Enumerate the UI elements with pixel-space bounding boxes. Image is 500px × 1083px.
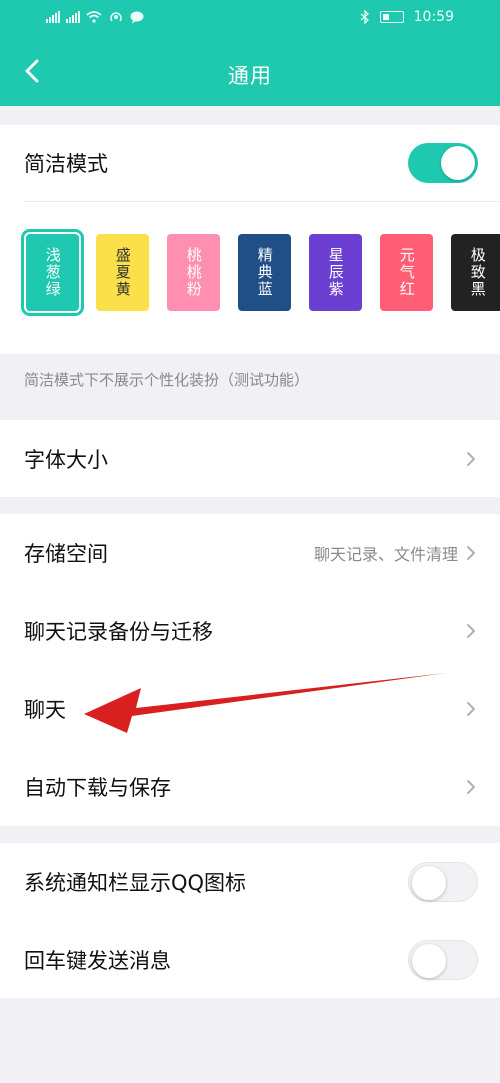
message-icon (130, 11, 144, 23)
enter-send-toggle[interactable] (408, 939, 478, 980)
storage-value: 聊天记录、文件清理 (313, 545, 458, 564)
theme-label: 桃桃粉 (184, 247, 203, 298)
theme-picker: 浅葱绿 盛夏黄 桃桃粉 精典蓝 星辰紫 元气红 极致黑 (0, 218, 500, 318)
toggle-knob (441, 146, 475, 180)
chevron-right-icon (467, 624, 475, 638)
divider (24, 201, 500, 202)
wifi-icon (86, 11, 102, 23)
theme-option-xingchen[interactable]: 星辰紫 (309, 234, 362, 311)
chat-label: 聊天 (24, 698, 66, 722)
status-icons-left (46, 10, 144, 24)
battery-icon (379, 11, 404, 23)
toggle-knob (412, 943, 446, 978)
enter-send-label: 回车键发送消息 (24, 948, 171, 973)
header-bar: 10:59 通用 (0, 0, 500, 106)
concise-mode-hint: 简洁模式下不展示个性化装扮（测试功能） (24, 371, 310, 389)
notif-icon-row: 系统通知栏显示QQ图标 (0, 843, 500, 921)
theme-label: 元气红 (397, 247, 416, 298)
theme-label: 盛夏黄 (113, 247, 132, 298)
signal-icon (46, 11, 60, 23)
font-size-label: 字体大小 (24, 447, 108, 472)
hotspot-icon (110, 12, 122, 22)
theme-option-yuanqi[interactable]: 元气红 (380, 234, 433, 311)
concise-mode-label: 简洁模式 (24, 152, 108, 176)
signal-icon-2 (66, 11, 80, 23)
theme-option-taotao[interactable]: 桃桃粉 (167, 234, 220, 311)
storage-row[interactable]: 存储空间 聊天记录、文件清理 (0, 514, 500, 592)
page-title: 通用 (228, 64, 272, 88)
bluetooth-icon (360, 10, 369, 24)
backup-row[interactable]: 聊天记录备份与迁移 (0, 592, 500, 670)
notif-icon-toggle[interactable] (408, 862, 478, 902)
auto-download-label: 自动下载与保存 (24, 776, 171, 800)
theme-option-qiancong[interactable]: 浅葱绿 (21, 229, 84, 316)
theme-label: 精典蓝 (255, 247, 274, 298)
theme-option-shengxia[interactable]: 盛夏黄 (96, 234, 149, 311)
concise-mode-toggle[interactable] (408, 143, 478, 183)
theme-label: 极致黑 (468, 247, 487, 298)
chevron-right-icon (467, 546, 475, 560)
chevron-right-icon (467, 451, 475, 466)
notif-icon-label: 系统通知栏显示QQ图标 (24, 871, 247, 895)
enter-send-row: 回车键发送消息 (0, 921, 500, 998)
chevron-right-icon (467, 780, 475, 794)
backup-label: 聊天记录备份与迁移 (24, 620, 213, 644)
theme-option-jingdian[interactable]: 精典蓝 (238, 234, 291, 311)
theme-label: 浅葱绿 (43, 247, 62, 298)
status-time: 10:59 (413, 9, 454, 25)
toggle-knob (412, 866, 446, 900)
theme-option-jizhi[interactable]: 极致黑 (451, 234, 500, 311)
chevron-right-icon (467, 702, 475, 716)
status-bar: 10:59 (0, 0, 500, 38)
auto-download-row[interactable]: 自动下载与保存 (0, 748, 500, 826)
status-icons-right: 10:59 (360, 9, 454, 25)
storage-label: 存储空间 (24, 542, 108, 566)
theme-label: 星辰紫 (326, 247, 345, 298)
concise-mode-row: 简洁模式 (0, 125, 500, 201)
chat-row[interactable]: 聊天 (0, 670, 500, 748)
font-size-row[interactable]: 字体大小 (0, 420, 500, 497)
